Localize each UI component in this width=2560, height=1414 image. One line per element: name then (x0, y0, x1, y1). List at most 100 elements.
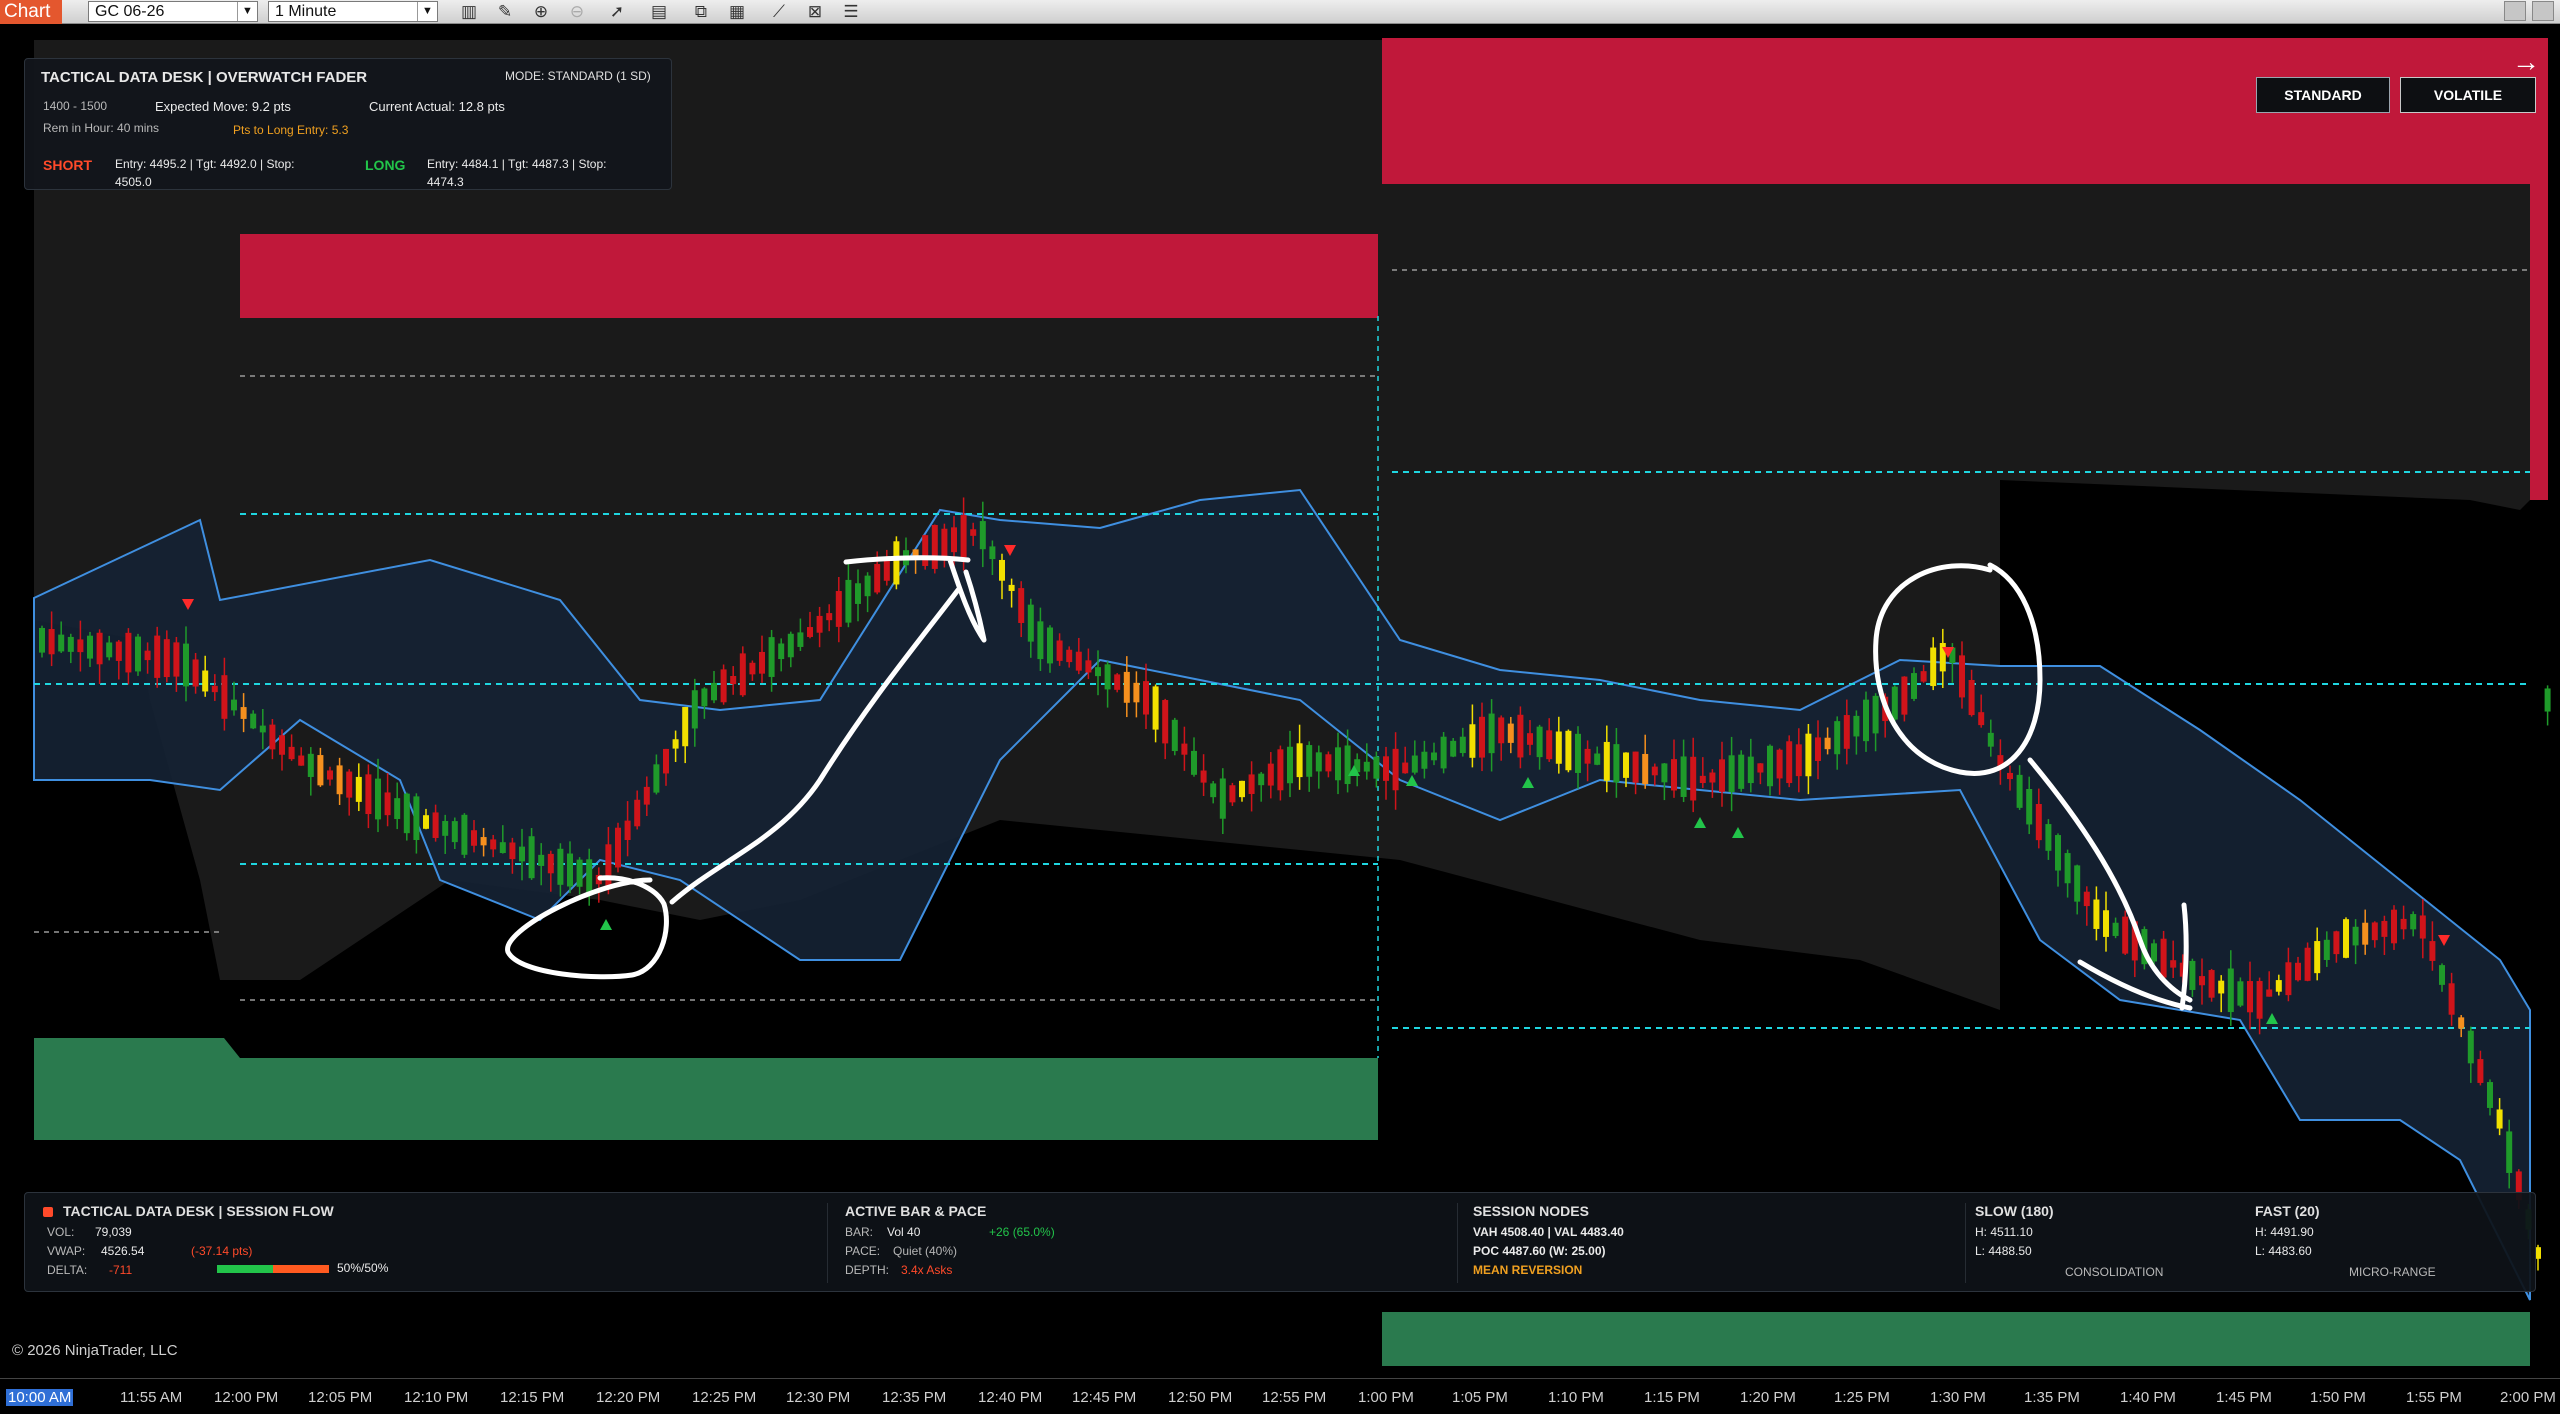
indicators-icon[interactable]: ▦ (726, 2, 748, 22)
candle-body (1930, 647, 1937, 687)
candle-body (2304, 947, 2311, 981)
time-axis-label: 1:20 PM (1740, 1389, 1796, 1406)
candle-body (1719, 759, 1725, 792)
candle-body (1440, 736, 1447, 769)
candle-body (1075, 651, 1082, 671)
delta-ratio: 50%/50% (337, 1261, 389, 1275)
candle-body (192, 659, 199, 687)
candle-body (2045, 824, 2052, 851)
candle-body (1315, 752, 1322, 772)
templates-icon[interactable]: ⧉ (690, 2, 712, 22)
bar-type-icon[interactable]: ▥ (458, 2, 480, 22)
candle-body (2391, 909, 2397, 944)
candle-body (346, 771, 353, 798)
time-axis-label: 12:20 PM (596, 1389, 661, 1406)
standard-mode-button[interactable]: STANDARD (2256, 77, 2390, 113)
zoom-in-icon[interactable]: ⊕ (530, 2, 552, 22)
properties-icon[interactable]: ⊠ (804, 2, 826, 22)
candle-body (1603, 741, 1610, 781)
candle-body (2237, 981, 2244, 1006)
candle-body (739, 653, 746, 696)
time-axis-label: 12:35 PM (882, 1389, 947, 1406)
bar-value: Vol 40 (887, 1225, 921, 1239)
candle-body (451, 821, 458, 843)
candle-body (461, 814, 468, 855)
menu-list-icon[interactable]: ☰ (840, 2, 862, 22)
candle-body (1632, 751, 1639, 783)
candle-body (778, 643, 785, 660)
strategies-icon[interactable]: ⟋ (768, 2, 790, 22)
candle-body (1267, 763, 1274, 786)
zoom-out-icon[interactable]: ⊖ (566, 2, 588, 22)
time-axis-label: 1:25 PM (1834, 1389, 1890, 1406)
candle-body (394, 798, 401, 820)
candle-body (1661, 763, 1668, 783)
candle-body (2467, 1030, 2474, 1064)
chevron-down-icon[interactable]: ▼ (237, 2, 257, 21)
mode-label: MODE: STANDARD (1 SD) (505, 69, 651, 83)
candle-body (1642, 753, 1649, 785)
candle-body (432, 812, 439, 838)
long-signal-icon (600, 919, 612, 930)
candle-body (144, 650, 151, 661)
chart-tab[interactable]: Chart (0, 0, 62, 24)
pointer-icon[interactable]: ➚ (606, 2, 628, 22)
candle-body (2007, 772, 2013, 780)
chevron-down-icon[interactable]: ▼ (417, 2, 437, 21)
maximize-button[interactable] (2532, 1, 2554, 21)
candle-body (1191, 750, 1197, 775)
instrument-selector[interactable]: GC 06-26 ▼ (88, 1, 258, 22)
candle-body (317, 755, 324, 786)
minimize-button[interactable] (2504, 1, 2526, 21)
pts-to-long-entry: Pts to Long Entry: 5.3 (233, 123, 349, 137)
time-axis[interactable]: 10:00 AM 11:55 AM 12:00 PM 12:05 PM 12:10 PM… (0, 1378, 2560, 1414)
candle-body (1479, 716, 1485, 758)
interval-selector[interactable]: 1 Minute ▼ (268, 1, 438, 22)
short-stop: 4505.0 (115, 175, 152, 189)
vwap-label: VWAP: (47, 1244, 86, 1258)
fast-state: MICRO-RANGE (2349, 1265, 2436, 1279)
candle-body (1747, 756, 1754, 784)
candle-body (163, 639, 170, 678)
candle-body (58, 634, 65, 652)
time-axis-label: 1:55 PM (2406, 1389, 2462, 1406)
candle-body (1795, 744, 1802, 777)
draw-pencil-icon[interactable]: ✎ (494, 2, 516, 22)
candle-body (547, 853, 554, 874)
depth-value: 3.4x Asks (901, 1263, 953, 1277)
candle-body (1575, 733, 1581, 773)
candle-body (1383, 756, 1389, 781)
candle-body (87, 635, 93, 659)
candle-body (96, 632, 103, 665)
short-levels: Entry: 4495.2 | Tgt: 4492.0 | Stop: (115, 157, 295, 171)
candle-body (1920, 671, 1927, 682)
candle-body (2266, 989, 2273, 997)
candle-body (2487, 1082, 2493, 1108)
candle-body (471, 830, 477, 846)
candle-body (874, 564, 881, 593)
bar-label: BAR: (845, 1225, 874, 1239)
candle-body (1805, 733, 1812, 777)
overwatch-fader-panel: TACTICAL DATA DESK | OVERWATCH FADER MOD… (24, 58, 672, 190)
candle-body (1219, 778, 1226, 819)
candle-body (1411, 755, 1418, 773)
data-box-icon[interactable]: ▤ (648, 2, 670, 22)
candle-body (2362, 922, 2369, 945)
candle-body (2343, 919, 2349, 958)
candle-body (576, 859, 583, 887)
vwap-value: 4526.54 (101, 1244, 145, 1258)
candle-body (538, 854, 545, 866)
vwap-diff: (-37.14 pts) (191, 1244, 253, 1258)
time-axis-label: 12:50 PM (1168, 1389, 1233, 1406)
candle-body (2199, 976, 2205, 986)
arrow-right-icon[interactable]: → (2512, 46, 2540, 78)
candle-body (2256, 981, 2263, 1019)
section-divider (827, 1203, 828, 1283)
candle-body (355, 776, 362, 802)
volatile-mode-button[interactable]: VOLATILE (2400, 77, 2536, 113)
candle-body (1959, 655, 1965, 698)
candle-body (1344, 745, 1351, 785)
candle-body (1488, 713, 1495, 754)
candle-body (1229, 785, 1236, 803)
candle-body (499, 842, 506, 854)
